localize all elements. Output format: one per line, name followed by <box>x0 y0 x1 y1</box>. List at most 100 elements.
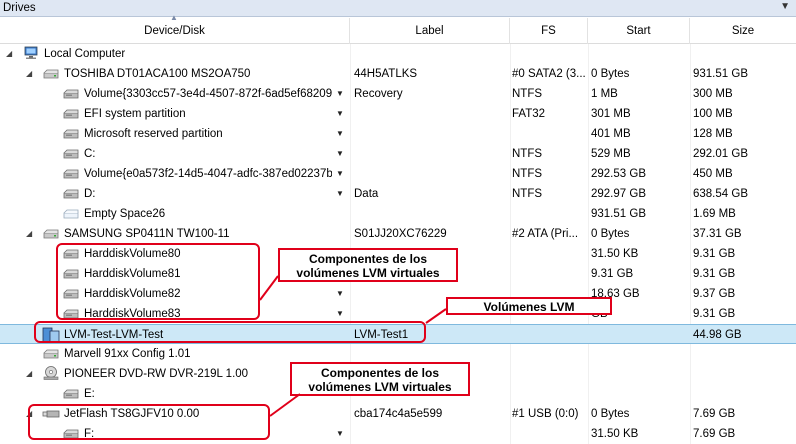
device-size: 37.31 GB <box>693 228 742 240</box>
device-label: cba174c4a5e599 <box>354 408 443 420</box>
tree-row[interactable]: Empty Space26 931.51 GB 1.69 MB <box>0 204 796 224</box>
tree-row[interactable]: EFI system partition ▼ FAT32 301 MB 100 MB <box>0 104 796 124</box>
device-size: 1.69 MB <box>693 208 736 220</box>
device-label <box>354 424 506 444</box>
callout-lvm-volumes: Volúmenes LVM <box>446 297 612 315</box>
device-label <box>354 44 506 64</box>
device-start: 529 MB <box>591 148 631 160</box>
device-label <box>354 344 506 364</box>
device-name: TOSHIBA DT01ACA100 MS2OA750 <box>64 68 251 80</box>
device-name: Volume{e0a573f2-14d5-4047-adfc-387ed0223… <box>84 168 332 180</box>
tree-row[interactable]: D: ▼ Data NTFS 292.97 GB 638.54 GB <box>0 184 796 204</box>
device-start: 0 Bytes <box>591 228 630 240</box>
row-dropdown-chevron-down-icon[interactable]: ▼ <box>336 144 344 164</box>
device-start: 0 Bytes <box>591 408 630 420</box>
device-size: 100 MB <box>693 108 733 120</box>
usb-components-highlight-box <box>28 404 270 440</box>
device-size: 44.98 GB <box>693 329 742 341</box>
row-dropdown-chevron-down-icon[interactable]: ▼ <box>336 124 344 144</box>
tree-row[interactable]: Volume{e0a573f2-14d5-4047-adfc-387ed0223… <box>0 164 796 184</box>
device-fs: #2 ATA (Pri... <box>512 228 579 240</box>
column-label[interactable]: Label <box>350 18 510 44</box>
device-start: 31.50 KB <box>591 428 639 440</box>
tree-row[interactable]: Microsoft reserved partition ▼ 401 MB 128 M… <box>0 124 796 144</box>
partition-icon <box>62 388 80 400</box>
callout-lvm-components-2: Componentes de los volúmenes LVM virtual… <box>290 362 470 396</box>
column-device-disk[interactable]: Device/Disk <box>0 18 350 44</box>
tree-row[interactable]: ◢ TOSHIBA DT01ACA100 MS2OA750 44H5ATLKS #0 … <box>0 64 796 84</box>
device-fs: #1 USB (0:0) <box>512 408 579 420</box>
device-fs <box>512 124 586 144</box>
device-size: 450 MB <box>693 168 733 180</box>
device-size: 292.01 GB <box>693 148 748 160</box>
device-start <box>591 344 687 364</box>
device-name: Microsoft reserved partition <box>84 128 223 140</box>
device-fs <box>512 244 586 264</box>
device-size <box>693 364 793 384</box>
device-label: S01JJ20XC76229 <box>354 228 447 240</box>
row-dropdown-chevron-down-icon[interactable]: ▼ <box>336 104 344 124</box>
device-size: 7.69 GB <box>693 428 736 440</box>
row-dropdown-chevron-down-icon[interactable]: ▼ <box>336 424 344 444</box>
device-label: Data <box>354 188 379 200</box>
lvm-volume-highlight-box <box>34 321 426 343</box>
device-start: 301 MB <box>591 108 631 120</box>
device-start: 292.97 GB <box>591 188 646 200</box>
tree-expander-icon[interactable]: ◢ <box>6 44 12 64</box>
device-start <box>591 325 687 345</box>
hdd-icon <box>42 228 60 240</box>
row-dropdown-chevron-down-icon[interactable]: ▼ <box>336 284 344 304</box>
device-start: 31.50 KB <box>591 248 639 260</box>
partition-icon <box>62 168 80 180</box>
column-size[interactable]: Size <box>690 18 796 44</box>
device-start: 401 MB <box>591 128 631 140</box>
tree-row[interactable]: Marvell 91xx Config 1.01 <box>0 344 796 364</box>
row-dropdown-chevron-down-icon[interactable]: ▼ <box>336 184 344 204</box>
device-fs: NTFS <box>512 188 543 200</box>
device-name: Volume{3303cc57-3e4d-4507-872f-6ad5ef682… <box>84 88 332 100</box>
partition-icon <box>62 148 80 160</box>
tree-row[interactable]: ◢ SAMSUNG SP0411N TW100-11 S01JJ20XC76229 #… <box>0 224 796 244</box>
device-size: 300 MB <box>693 88 733 100</box>
device-size: 128 MB <box>693 128 733 140</box>
partition-icon <box>62 188 80 200</box>
device-name: SAMSUNG SP0411N TW100-11 <box>64 228 230 240</box>
dvd-icon <box>42 366 60 380</box>
device-start <box>591 384 687 404</box>
panel-menu-chevron-down-icon[interactable]: ▼ <box>780 1 790 12</box>
device-start: 0 Bytes <box>591 68 630 80</box>
device-name: C: <box>84 148 96 160</box>
tree-expander-icon[interactable]: ◢ <box>26 224 32 244</box>
device-start: 292.53 GB <box>591 168 646 180</box>
hdd-icon <box>42 348 60 360</box>
tree-row[interactable]: ◢ Local Computer <box>0 44 796 64</box>
tree-expander-icon[interactable]: ◢ <box>26 64 32 84</box>
device-label <box>354 144 506 164</box>
drives-panel-titlebar: Drives ▼ <box>0 0 796 17</box>
empty-space-icon <box>62 208 80 220</box>
row-dropdown-chevron-down-icon[interactable]: ▼ <box>336 164 344 184</box>
device-fs <box>512 204 586 224</box>
device-label: Recovery <box>354 88 403 100</box>
column-start[interactable]: Start <box>588 18 690 44</box>
column-header: ▲ Device/Disk Label FS Start Size <box>0 13 796 44</box>
device-label: 44H5ATLKS <box>354 68 418 80</box>
device-fs <box>512 264 586 284</box>
device-name: Empty Space26 <box>84 208 166 220</box>
device-name: EFI system partition <box>84 108 186 120</box>
tree-row[interactable]: C: ▼ NTFS 529 MB 292.01 GB <box>0 144 796 164</box>
row-dropdown-chevron-down-icon[interactable]: ▼ <box>336 84 344 104</box>
device-size <box>693 384 793 404</box>
device-start <box>591 364 687 384</box>
device-size: 9.37 GB <box>693 288 736 300</box>
column-fs[interactable]: FS <box>510 18 588 44</box>
panel-title: Drives <box>3 2 36 14</box>
device-size: 931.51 GB <box>693 68 748 80</box>
computer-icon <box>22 46 40 59</box>
device-fs <box>512 325 586 345</box>
device-fs <box>512 424 586 444</box>
device-label <box>354 104 506 124</box>
tree-expander-icon[interactable]: ◢ <box>26 364 32 384</box>
device-label <box>354 164 506 184</box>
tree-row[interactable]: Volume{3303cc57-3e4d-4507-872f-6ad5ef682… <box>0 84 796 104</box>
